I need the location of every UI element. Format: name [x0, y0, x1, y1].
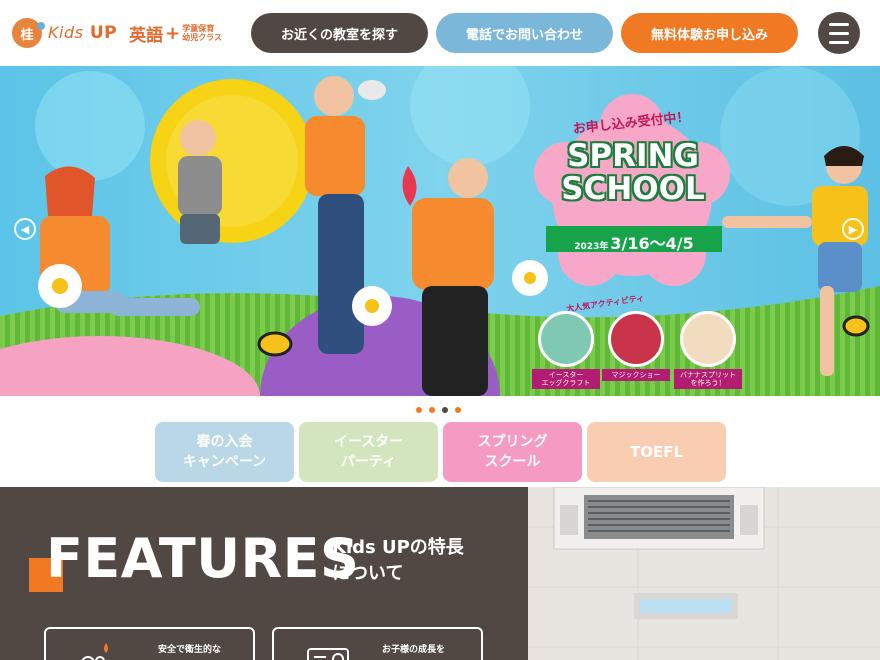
report-icon [307, 648, 349, 660]
logo-plus: + [165, 22, 181, 44]
arrow-left-icon[interactable]: ◀ [14, 218, 36, 240]
arrow-right-icon[interactable]: ▶ [842, 218, 864, 240]
logo-sub-top: 学童保育 [182, 24, 215, 33]
slider-dot[interactable] [429, 407, 435, 413]
classroom-photo [528, 487, 880, 660]
tab-spring-campaign[interactable]: 春の入会 キャンペーン [155, 422, 294, 482]
activity-easter-egg: イースター エッグクラフト [532, 311, 600, 389]
date-year: 2023年 [574, 242, 609, 252]
logo-kids: Kids [48, 23, 84, 42]
activity-banana-split: バナナスプリット を作ろう！ [674, 311, 742, 389]
kids-up-logo[interactable]: 桂 Kids UP 英語 + 学童保育 幼児クラス [12, 17, 222, 49]
phone-inquiry-button[interactable]: 電話でお問い合わせ [436, 13, 613, 53]
tab-toefl[interactable]: TOEFL [587, 422, 726, 482]
spring-school-title: SPRING SCHOOL [548, 140, 718, 206]
feature-card-safety[interactable]: 安全で衛生的な [44, 627, 255, 660]
features-section: FEATURES Kids UPの特長 について 安全で衛生的な お子様の成長を [0, 487, 528, 660]
slider-dot[interactable] [455, 407, 461, 413]
activity-image [680, 311, 736, 367]
tab-easter-party[interactable]: イースター パーティ [299, 422, 438, 482]
feature-card-text: お子様の成長を [382, 645, 446, 655]
tab-spring-school[interactable]: スプリング スクール [443, 422, 582, 482]
logo-mark-glyph: 桂 [20, 27, 34, 43]
slider-dot-active[interactable] [442, 407, 448, 413]
logo-up: UP [89, 23, 118, 43]
hero-banner[interactable]: ◀ ▶ お申し込み受付中！ SPRING SCHOOL 2023年 3/16〜4… [0, 66, 880, 396]
feature-card-growth[interactable]: お子様の成長を [272, 627, 483, 660]
logo-sub-lines: 学童保育 幼児クラス [182, 24, 222, 42]
hero-illustration [0, 66, 880, 396]
activity-label: バナナスプリット を作ろう！ [674, 369, 742, 389]
site-header: 桂 Kids UP 英語 + 学童保育 幼児クラス お近くの教室を探す 電話でお… [0, 0, 880, 66]
spring-school-date: 2023年 3/16〜4/5 [546, 226, 722, 253]
logo-sub-bottom: 幼児クラス [182, 33, 223, 42]
hamburger-menu-icon[interactable] [818, 12, 860, 54]
title-line2: SCHOOL [561, 171, 705, 207]
slider-dots [416, 407, 461, 413]
date-range: 3/16〜4/5 [610, 234, 694, 253]
activity-magic-show: マジックショー [602, 311, 670, 381]
ceiling-illustration [528, 487, 880, 660]
activity-label: イースター エッグクラフト [532, 369, 600, 389]
hygiene-icon [81, 643, 108, 660]
title-line1: SPRING [567, 138, 699, 174]
activity-label: マジックショー [602, 369, 670, 381]
activity-image [538, 311, 594, 367]
logo-wordmark: Kids UP [48, 23, 117, 43]
slider-dot[interactable] [416, 407, 422, 413]
activity-image [608, 311, 664, 367]
features-title: FEATURES [46, 527, 360, 590]
logo-mark-icon: 桂 [12, 18, 45, 48]
free-trial-button[interactable]: 無料体験お申し込み [621, 13, 798, 53]
logo-tagline: 英語 + 学童保育 幼児クラス [129, 21, 222, 46]
find-classroom-button[interactable]: お近くの教室を探す [251, 13, 428, 53]
features-subtitle: Kids UPの特長 について [332, 537, 464, 584]
logo-english: 英語 [129, 25, 164, 46]
feature-card-text: 安全で衛生的な [158, 645, 222, 655]
